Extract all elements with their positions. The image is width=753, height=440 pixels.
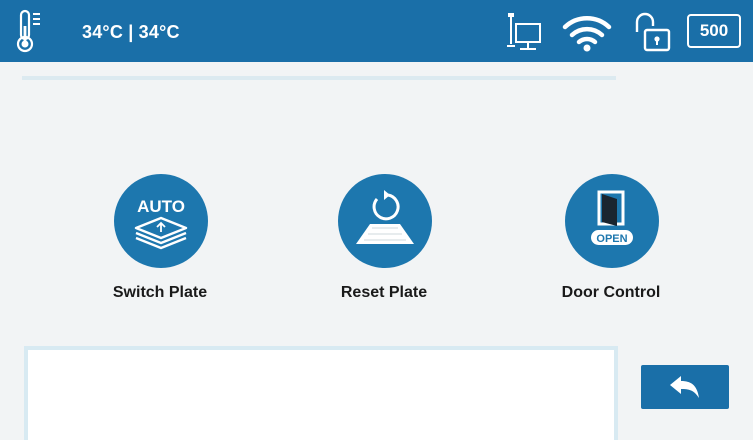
- lock-icon[interactable]: [631, 10, 673, 54]
- reset-plate-icon: [338, 174, 432, 268]
- auto-plate-icon: AUTO: [114, 174, 208, 268]
- temperature-readout: 34°C | 34°C: [82, 22, 180, 42]
- door-control-button[interactable]: OPEN Door Control: [511, 174, 711, 304]
- reset-plate-label: Reset Plate: [340, 284, 428, 301]
- switch-plate-button[interactable]: AUTO Switch Plate: [60, 174, 260, 304]
- status-bar: 34°C | 34°C 500: [0, 0, 753, 62]
- divider-line: [22, 76, 616, 80]
- switch-plate-label: Switch Plate: [112, 284, 208, 301]
- thermometer-icon: [16, 9, 40, 53]
- network-icon[interactable]: [504, 10, 544, 54]
- wifi-icon[interactable]: [561, 13, 613, 53]
- door-open-icon: OPEN: [565, 174, 659, 268]
- svg-text:AUTO: AUTO: [137, 197, 185, 216]
- reset-plate-button[interactable]: Reset Plate: [284, 174, 484, 304]
- counter-badge[interactable]: 500: [687, 14, 741, 48]
- message-box: [24, 346, 618, 440]
- back-arrow-icon: [670, 376, 699, 398]
- back-button[interactable]: [641, 365, 729, 409]
- svg-text:OPEN: OPEN: [596, 233, 627, 245]
- door-control-label: Door Control: [561, 284, 661, 301]
